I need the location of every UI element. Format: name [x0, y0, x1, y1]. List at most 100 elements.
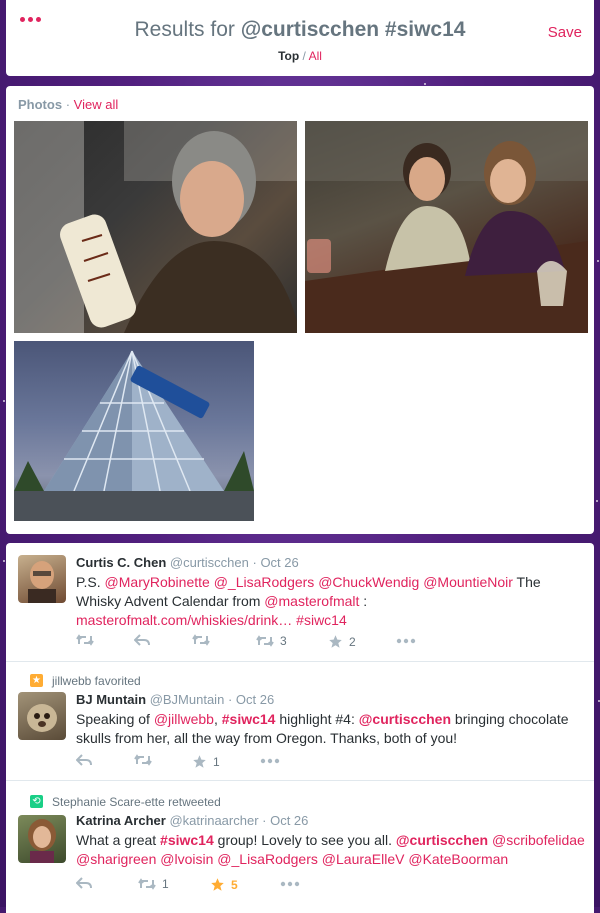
mention-link[interactable]: @curtiscchen — [359, 711, 451, 727]
author-name[interactable]: Curtis C. Chen — [76, 555, 166, 570]
tweet-timestamp[interactable]: · Oct 26 — [262, 813, 308, 828]
mention-link[interactable]: @masterofmalt — [264, 593, 359, 609]
tweet-text: Speaking of @jillwebb, #siwc14 highlight… — [76, 710, 586, 748]
mention-link[interactable]: @KateBoorman — [408, 851, 508, 867]
text-segment: highlight #4: — [275, 711, 359, 727]
favorite-button[interactable]: 5 — [210, 877, 238, 892]
retweet-icon — [138, 878, 156, 890]
tweet-item[interactable]: Curtis C. Chen @curtiscchen · Oct 26 P.S… — [6, 543, 594, 662]
title-prefix: Results for — [134, 18, 235, 41]
retweet-button[interactable] — [76, 634, 94, 646]
mention-link[interactable]: @lvoisin — [160, 851, 213, 867]
retweet-icon — [134, 754, 152, 766]
scope-top-tab[interactable]: Top — [278, 49, 299, 63]
favorite-context-icon: ★ — [30, 674, 43, 687]
mention-link[interactable]: @curtiscchen — [396, 832, 488, 848]
mention-link[interactable]: @_LisaRodgers — [214, 574, 315, 590]
retweet-icon — [192, 634, 210, 646]
url-link[interactable]: masterofmalt.com/whiskies/drink… — [76, 612, 292, 628]
more-actions-button[interactable] — [396, 638, 416, 644]
author-name[interactable]: BJ Muntain — [76, 692, 146, 707]
photos-separator: · — [65, 97, 71, 112]
author-handle[interactable]: @BJMuntain — [150, 692, 225, 707]
mention-link[interactable]: @ChuckWendig — [318, 574, 419, 590]
mention-link[interactable]: @MountieNoir — [423, 574, 513, 590]
photo-thumbnail[interactable] — [14, 341, 254, 521]
social-context: ★ jillwebb favorited — [30, 674, 141, 688]
retweet-context-icon: ⟲ — [30, 795, 43, 808]
avatar[interactable] — [18, 692, 66, 740]
tweet-timestamp[interactable]: · Oct 26 — [228, 692, 274, 707]
tweet-header: BJ Muntain @BJMuntain · Oct 26 — [76, 692, 274, 707]
hashtag-link[interactable]: #siwc14 — [296, 612, 347, 628]
hashtag-link[interactable]: #siwc14 — [160, 832, 214, 848]
favorite-count: 1 — [213, 754, 220, 769]
retweet-icon — [76, 634, 94, 646]
more-icon — [396, 638, 416, 644]
reply-button[interactable] — [76, 877, 92, 889]
retweet-button[interactable] — [134, 754, 152, 766]
favorite-button[interactable]: 1 — [192, 754, 220, 769]
mention-link[interactable]: @MaryRobinette — [105, 574, 210, 590]
favorite-button[interactable]: 2 — [328, 634, 356, 649]
text-segment: : — [359, 593, 368, 609]
author-name[interactable]: Katrina Archer — [76, 813, 166, 828]
mention-link[interactable]: @_LisaRodgers — [217, 851, 318, 867]
scope-all-tab[interactable]: All — [309, 49, 322, 63]
mention-link[interactable]: @sharigreen — [76, 851, 156, 867]
text-segment: group! Lovely to see you all. — [213, 832, 396, 848]
photos-card: Photos · View all — [6, 86, 594, 534]
photos-label: Photos — [18, 97, 63, 112]
tweet-timeline: Curtis C. Chen @curtiscchen · Oct 26 P.S… — [6, 543, 594, 913]
photo-thumbnail[interactable] — [305, 121, 588, 333]
author-handle[interactable]: @katrinaarcher — [169, 813, 258, 828]
tweet-header: Curtis C. Chen @curtiscchen · Oct 26 — [76, 555, 299, 570]
text-segment: What a great — [76, 832, 161, 848]
tweet-item[interactable]: ★ jillwebb favorited BJ Muntain @BJMunta… — [6, 662, 594, 781]
favorite-count: 5 — [231, 877, 238, 892]
avatar[interactable] — [18, 815, 66, 863]
more-actions-button[interactable] — [280, 881, 300, 887]
result-scope-toggle: Top / All — [6, 49, 594, 63]
text-segment: Speaking of — [76, 711, 154, 727]
page-title: Results for @curtiscchen #siwc14 — [6, 18, 594, 42]
scope-separator: / — [302, 49, 306, 63]
tweet-text: What a great #siwc14 group! Lovely to se… — [76, 831, 586, 869]
star-icon — [211, 878, 224, 891]
more-icon — [280, 881, 300, 887]
mention-link[interactable]: @LauraElleV — [322, 851, 405, 867]
retweet-count: 3 — [280, 634, 287, 648]
reply-icon — [76, 754, 92, 766]
favorite-count: 2 — [349, 634, 356, 649]
mention-link[interactable]: @scribofelidae — [492, 832, 585, 848]
reply-button[interactable] — [76, 754, 92, 766]
context-text[interactable]: jillwebb favorited — [52, 674, 141, 688]
tweet-timestamp[interactable]: · Oct 26 — [253, 555, 299, 570]
search-header: Results for @curtiscchen #siwc14 Save To… — [6, 0, 594, 76]
hashtag-link[interactable]: #siwc14 — [222, 711, 276, 727]
tweet-header: Katrina Archer @katrinaarcher · Oct 26 — [76, 813, 308, 828]
text-segment: , — [213, 711, 222, 727]
retweet-button[interactable] — [192, 634, 210, 646]
text-segment: P.S. — [76, 574, 105, 590]
photos-heading: Photos · View all — [18, 97, 118, 112]
reply-button[interactable] — [134, 634, 150, 646]
retweet-count-button[interactable]: 3 — [256, 634, 287, 648]
retweet-count: 1 — [162, 877, 169, 891]
view-all-photos-link[interactable]: View all — [74, 97, 119, 112]
photo-thumbnail[interactable] — [14, 121, 297, 333]
mention-link[interactable]: @jillwebb — [154, 711, 214, 727]
save-search-button[interactable]: Save — [548, 24, 582, 41]
star-icon — [193, 755, 206, 768]
tweet-text: P.S. @MaryRobinette @_LisaRodgers @Chuck… — [76, 573, 586, 630]
more-actions-button[interactable] — [260, 758, 280, 764]
author-handle[interactable]: @curtiscchen — [170, 555, 249, 570]
star-icon — [329, 635, 342, 648]
context-text[interactable]: Stephanie Scare-ette retweeted — [52, 795, 221, 809]
reply-icon — [134, 634, 150, 646]
retweet-count-button[interactable]: 1 — [138, 877, 169, 891]
tweet-item[interactable]: ⟲ Stephanie Scare-ette retweeted Katrina… — [6, 781, 594, 913]
avatar[interactable] — [18, 555, 66, 603]
reply-icon — [76, 877, 92, 889]
more-icon — [260, 758, 280, 764]
